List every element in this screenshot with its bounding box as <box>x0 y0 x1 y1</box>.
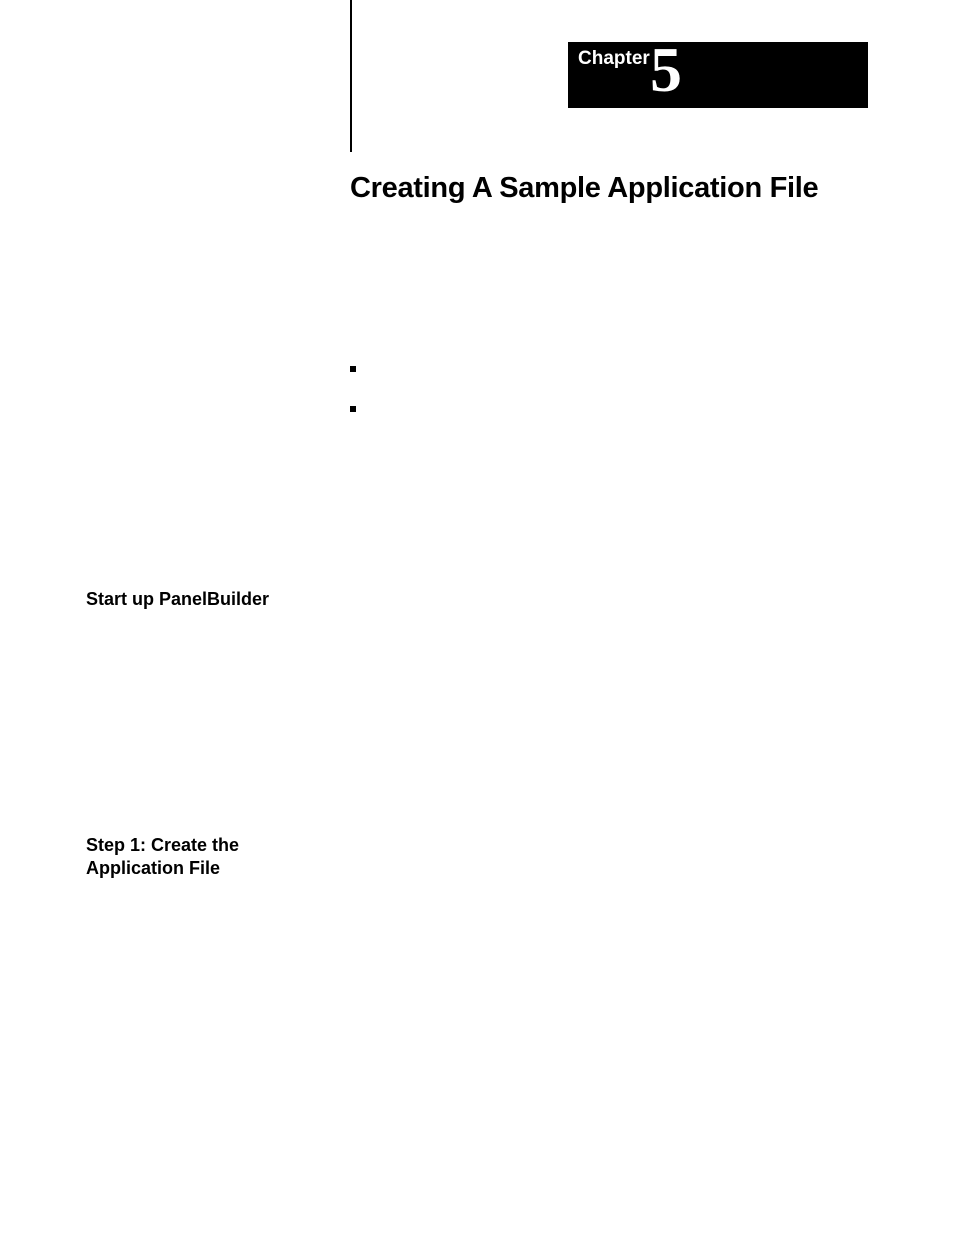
bullet-icon <box>350 366 356 372</box>
page: Chapter 5 Creating A Sample Application … <box>0 0 954 1235</box>
side-heading-step1: Step 1: Create the Application File <box>86 834 326 879</box>
page-title: Creating A Sample Application File <box>350 172 818 205</box>
chapter-number: 5 <box>650 38 682 102</box>
list-item <box>350 400 376 412</box>
chapter-box: Chapter 5 <box>568 42 868 108</box>
side-heading-startup: Start up PanelBuilder <box>86 588 326 611</box>
chapter-label: Chapter <box>578 48 650 70</box>
bullet-icon <box>350 406 356 412</box>
bullet-list <box>350 360 376 440</box>
top-vertical-rule <box>350 0 352 152</box>
list-item <box>350 360 376 372</box>
